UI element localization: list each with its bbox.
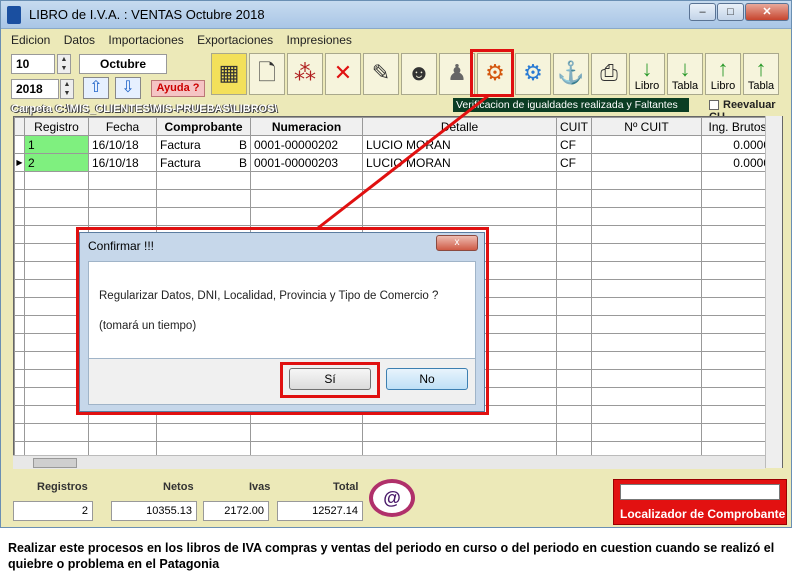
instruction-caption: Realizar este procesos en los libros de … xyxy=(8,541,775,571)
highlight-yes-outline xyxy=(280,362,380,398)
